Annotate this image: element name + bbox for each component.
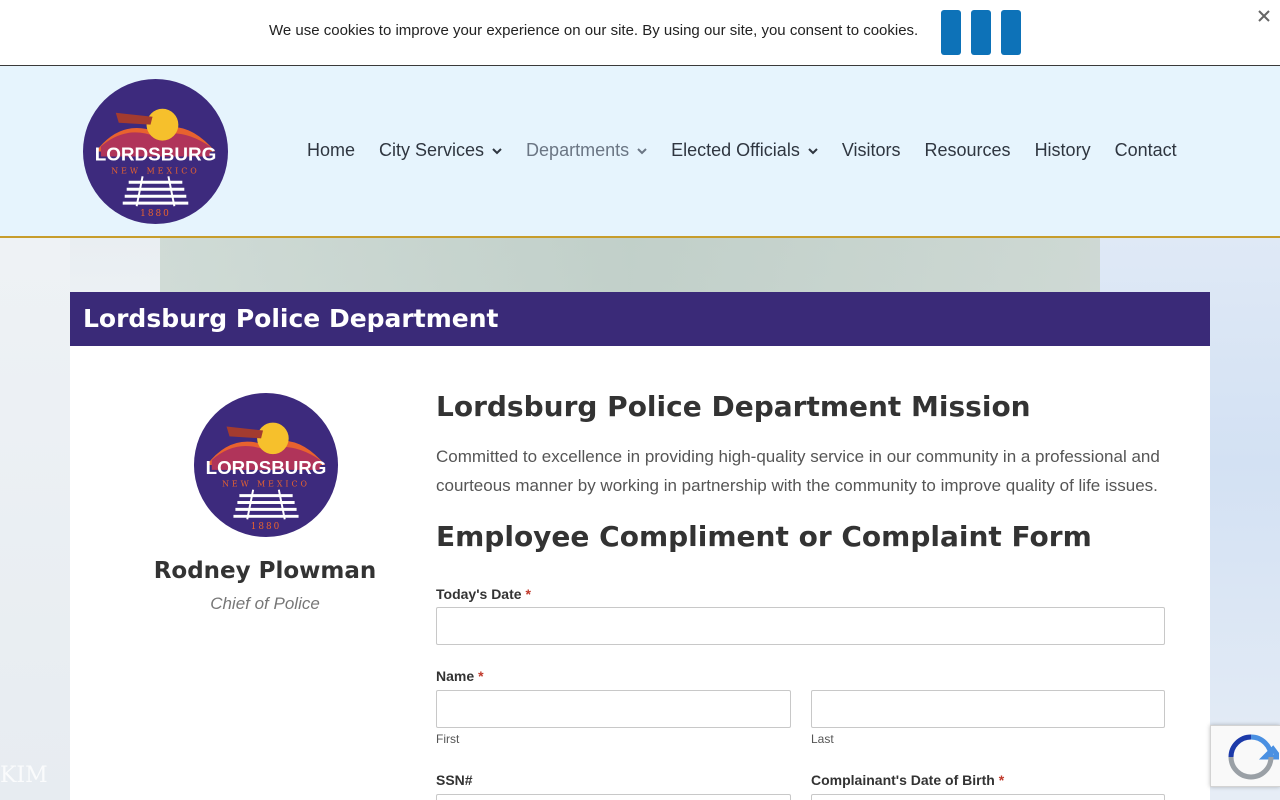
- chevron-down-icon: [492, 147, 502, 154]
- hero-left-fade: [0, 238, 70, 800]
- first-sublabel: First: [436, 732, 460, 746]
- nav-item-label: Resources: [924, 140, 1011, 160]
- ssn-label: SSN#: [436, 772, 473, 788]
- nav-item-home[interactable]: Home: [307, 140, 355, 161]
- cookie-action-button-2[interactable]: [971, 10, 991, 55]
- dob-label: Complainant's Date of Birth *: [811, 772, 1005, 788]
- nav-item-label: Contact: [1114, 140, 1177, 160]
- site-header: LORDSBURG NEW MEXICO 1880 Home City Serv…: [0, 66, 1280, 238]
- svg-text:NEW MEXICO: NEW MEXICO: [111, 166, 200, 175]
- nav-item-departments[interactable]: Departments: [526, 140, 647, 161]
- watermark-text: KIM: [0, 763, 48, 788]
- nav-item-label: Visitors: [841, 140, 901, 160]
- cookie-message: We use cookies to improve your experienc…: [269, 22, 919, 39]
- nav-item-visitors[interactable]: Visitors: [842, 140, 901, 161]
- cookie-action-button-1[interactable]: [941, 10, 961, 55]
- svg-text:1880: 1880: [140, 209, 171, 219]
- site-logo[interactable]: LORDSBURG NEW MEXICO 1880: [81, 77, 230, 226]
- nav-item-history[interactable]: History: [1035, 140, 1091, 161]
- recaptcha-icon: [1228, 734, 1279, 780]
- nav-item-label: History: [1034, 140, 1091, 160]
- nav-item-elected-officials[interactable]: Elected Officials: [671, 140, 818, 161]
- name-label: Name *: [436, 668, 484, 684]
- svg-text:1880: 1880: [251, 522, 281, 532]
- highway-sign-image: [160, 238, 1100, 292]
- main-navigation: Home City Services Departments Elected O…: [307, 140, 1177, 161]
- nav-item-label: Departments: [526, 140, 630, 160]
- nav-item-label: Home: [307, 140, 356, 160]
- recaptcha-badge[interactable]: [1210, 725, 1280, 787]
- form-heading: Employee Compliment or Complaint Form: [436, 520, 1092, 553]
- department-logo: LORDSBURG NEW MEXICO 1880: [192, 391, 340, 539]
- required-marker: *: [998, 772, 1005, 788]
- chief-role: Chief of Police: [210, 594, 320, 613]
- ssn-field[interactable]: [436, 794, 791, 800]
- last-name-field[interactable]: [811, 690, 1165, 728]
- nav-item-contact[interactable]: Contact: [1115, 140, 1177, 161]
- main-content: LORDSBURG NEW MEXICO 1880 Rodney Plowman…: [70, 346, 1210, 800]
- mission-statement: Committed to excellence in providing hig…: [436, 447, 1160, 495]
- cookie-consent-bar: We use cookies to improve your experienc…: [0, 0, 1280, 66]
- required-marker: *: [478, 668, 484, 684]
- required-marker: *: [525, 586, 531, 602]
- nav-item-label: Elected Officials: [671, 140, 800, 160]
- first-name-field[interactable]: [436, 690, 791, 728]
- svg-text:LORDSBURG: LORDSBURG: [206, 457, 327, 478]
- svg-text:NEW MEXICO: NEW MEXICO: [222, 480, 310, 489]
- chevron-down-icon: [808, 147, 818, 154]
- page-title: Lordsburg Police Department: [83, 304, 499, 333]
- svg-text:LORDSBURG: LORDSBURG: [95, 143, 217, 164]
- page-title-bar: Lordsburg Police Department: [70, 292, 1210, 346]
- chief-name: Rodney Plowman: [153, 558, 377, 584]
- mission-heading: Lordsburg Police Department Mission: [436, 390, 1031, 423]
- nav-item-resources[interactable]: Resources: [925, 140, 1011, 161]
- close-icon[interactable]: [1256, 8, 1272, 24]
- last-sublabel: Last: [811, 732, 834, 746]
- todays-date-field[interactable]: [436, 607, 1165, 645]
- nav-item-label: City Services: [379, 140, 485, 160]
- dob-field[interactable]: [811, 794, 1165, 800]
- todays-date-label: Today's Date *: [436, 586, 531, 602]
- chevron-down-icon: [637, 147, 647, 154]
- cookie-action-button-3[interactable]: [1001, 10, 1021, 55]
- nav-item-city-services[interactable]: City Services: [379, 140, 502, 161]
